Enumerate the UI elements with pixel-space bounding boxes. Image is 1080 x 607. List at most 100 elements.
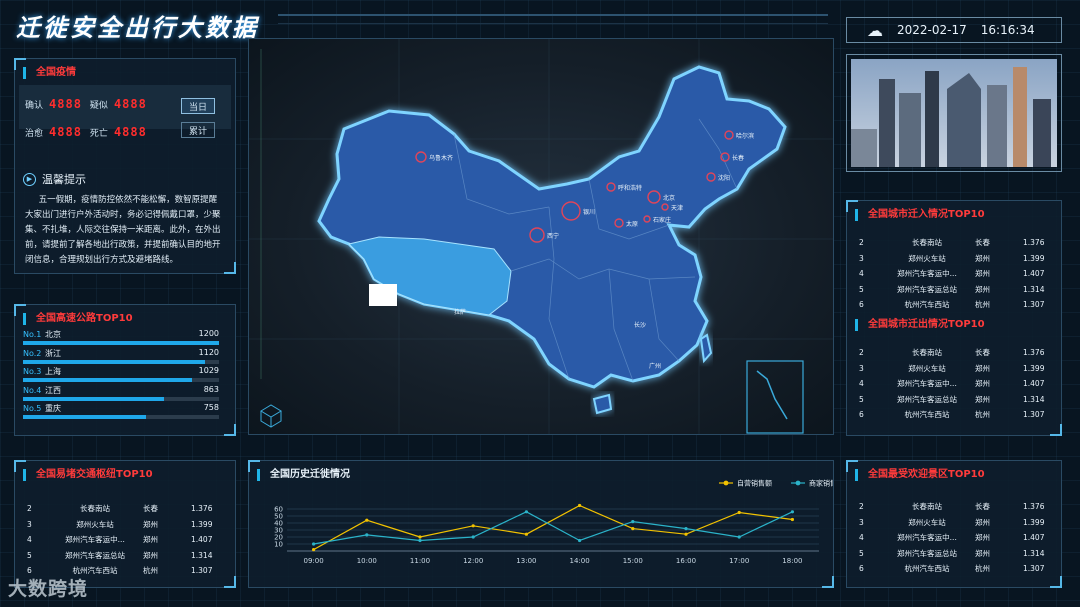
- station-cell: 长春南站: [912, 238, 942, 248]
- history-chart-panel: 全国历史迁徙情况 10 20 30 40 50 60 09:00 10:00 11:00 12:0…: [248, 460, 834, 588]
- table-row[interactable]: 4 郑州汽车客运中... 郑州 1.407: [23, 532, 223, 548]
- watermark-logo: 大数跨境: [8, 578, 89, 600]
- total-button[interactable]: 累计: [181, 122, 215, 138]
- city-cell: 郑州: [975, 517, 990, 527]
- south-sea-islands-outline: [756, 370, 788, 420]
- y-tick-label: 30: [274, 527, 283, 535]
- value-cell: 1.407: [1023, 269, 1045, 279]
- city-cell: 长春: [975, 348, 990, 358]
- table-row[interactable]: 5 郑州汽车客运总站 郑州 1.314: [855, 282, 1055, 298]
- hainan-island-shape[interactable]: [592, 393, 613, 415]
- tips-title: 温馨提示: [42, 173, 86, 186]
- table-row[interactable]: 5 郑州汽车客运总站 郑州 1.314: [855, 392, 1055, 408]
- highway-bar-fill: [23, 341, 219, 345]
- epidemic-row-2: 治愈 4888 死亡 4888: [25, 125, 155, 139]
- epidemic-row-1: 确认 4888 疑似 4888: [25, 97, 155, 111]
- table-row[interactable]: 3 郑州火车站 郑州 1.399: [855, 251, 1055, 267]
- series-point: [578, 503, 582, 508]
- series-point: [418, 535, 422, 539]
- rank-cell: 3: [859, 363, 864, 373]
- station-cell: 郑州汽车客运总站: [897, 394, 957, 404]
- table-row[interactable]: 4 郑州汽车客运中... 郑州 1.407: [855, 266, 1055, 282]
- highway-name: 江西: [45, 385, 61, 395]
- city-cell: 长春: [975, 502, 990, 512]
- value-cell: 1.314: [191, 550, 213, 560]
- y-tick-label: 60: [274, 506, 283, 514]
- table-row[interactable]: 6 杭州汽车西站 杭州 1.307: [855, 561, 1055, 577]
- series-point: [790, 510, 795, 514]
- cured-label: 治愈: [25, 128, 44, 139]
- x-tick-label: 09:00: [304, 557, 324, 565]
- migrate-in-table: 2 长春南站 长春 1.376 3 郑州火车站 郑州 1.399 4 郑州汽车客运中... 郑州 1.…: [855, 235, 1055, 313]
- confirmed-value: 4888: [49, 97, 82, 111]
- highway-name: 浙江: [45, 348, 61, 358]
- city-cell: 郑州: [975, 533, 990, 543]
- x-tick-label: 11:00: [410, 557, 430, 565]
- city-skyline-image: [851, 59, 1057, 167]
- migrate-out-table: 2 长春南站 长春 1.376 3 郑州火车站 郑州 1.399 4 郑州汽车客运中... 郑州 1.…: [855, 345, 1055, 423]
- rank-cell: 2: [859, 502, 864, 512]
- value-cell: 1.399: [1023, 517, 1045, 527]
- scenic-title: 全国最受欢迎景区TOP10: [855, 469, 985, 481]
- table-row[interactable]: 5 郑州汽车客运总站 郑州 1.314: [855, 546, 1055, 562]
- city-label: 太原: [626, 220, 638, 228]
- highway-bar-track: [23, 396, 219, 401]
- table-row[interactable]: 2 长春南站 长春 1.376: [855, 345, 1055, 361]
- highway-bar-fill: [23, 359, 206, 364]
- series-point: [684, 532, 688, 536]
- value-cell: 1.407: [191, 535, 213, 545]
- city-label: 长沙: [634, 321, 646, 329]
- highway-bar-track: [23, 341, 219, 345]
- rank-cell: 6: [859, 564, 864, 574]
- epidemic-title: 全国疫情: [23, 67, 76, 79]
- table-row[interactable]: 4 郑州汽车客运中... 郑州 1.407: [855, 530, 1055, 546]
- hub-table: 2 长春南站 长春 1.376 3 郑州火车站 郑州 1.399 4 郑州汽车客运中... 郑州 1.…: [23, 501, 223, 579]
- today-button[interactable]: 当日: [181, 98, 215, 114]
- rank-cell: 4: [859, 533, 864, 543]
- cube-icon: [260, 404, 282, 428]
- station-cell: 郑州汽车客运中...: [65, 535, 125, 545]
- hub-panel: 全国易堵交通枢纽TOP10 2 长春南站 长春 1.376 3 郑州火车站 郑州 1.399 4…: [14, 460, 236, 588]
- table-row[interactable]: 3 郑州火车站 郑州 1.399: [855, 515, 1055, 531]
- current-time: 16:16:34: [980, 23, 1035, 37]
- y-tick-label: 50: [274, 513, 283, 521]
- station-cell: 长春南站: [912, 348, 942, 358]
- city-label: 呼和浩特: [618, 184, 642, 192]
- cloud-icon: ☁: [867, 20, 883, 40]
- dead-label: 死亡: [89, 128, 108, 139]
- value-cell: 1.314: [1023, 284, 1045, 294]
- rank-cell: 6: [859, 300, 864, 310]
- china-map-panel[interactable]: 乌鲁木齐 哈尔滨 长春 沈阳 呼和浩特 北京 天津 石家庄 太原 银川 西宁 拉萨 长沙 广州: [248, 38, 834, 435]
- city-cell: 杭州: [975, 564, 990, 574]
- x-tick-label: 16:00: [676, 557, 696, 565]
- series-line: [313, 504, 793, 551]
- city-label: 长春: [732, 154, 744, 162]
- highway-row: No.5 重庆 758: [23, 403, 219, 419]
- series-point: [737, 535, 741, 539]
- history-line-chart[interactable]: 102030405060 09:00 10:00 11:00 12:00 13:00 14:…: [249, 461, 833, 587]
- china-map[interactable]: 乌鲁木齐 哈尔滨长春沈阳呼和浩特北京天津石家庄太原 银川西宁拉萨长沙广州: [249, 39, 834, 435]
- table-row[interactable]: 6 杭州汽车西站 杭州 1.307: [855, 407, 1055, 423]
- table-row[interactable]: 2 长春南站 长春 1.376: [23, 501, 223, 517]
- table-row[interactable]: 4 郑州汽车客运中... 郑州 1.407: [855, 376, 1055, 392]
- station-cell: 郑州汽车客运总站: [897, 284, 957, 294]
- table-row[interactable]: 6 杭州汽车西站 杭州 1.307: [855, 297, 1055, 313]
- table-row[interactable]: 5 郑州汽车客运总站 郑州 1.314: [23, 548, 223, 564]
- table-row[interactable]: 2 长春南站 长春 1.376: [855, 499, 1055, 515]
- station-cell: 郑州火车站: [908, 517, 946, 527]
- value-cell: 1.307: [1023, 410, 1045, 420]
- table-row[interactable]: 3 郑州火车站 郑州 1.399: [855, 361, 1055, 377]
- value-cell: 1.399: [1023, 253, 1045, 263]
- city-label: 天津: [671, 205, 683, 212]
- table-row[interactable]: 2 长春南站 长春 1.376: [855, 235, 1055, 251]
- table-row[interactable]: 3 郑州火车站 郑州 1.399: [23, 517, 223, 533]
- rank-cell: 2: [859, 238, 864, 248]
- rank-cell: 3: [27, 519, 32, 529]
- city-cell: 郑州: [975, 394, 990, 404]
- value-cell: 1.307: [1023, 300, 1045, 310]
- rank-cell: 5: [859, 394, 864, 404]
- series-line: [313, 511, 793, 545]
- confirmed-label: 确认: [25, 100, 44, 111]
- rank-cell: 3: [859, 253, 864, 263]
- highway-value: 1120: [198, 347, 219, 357]
